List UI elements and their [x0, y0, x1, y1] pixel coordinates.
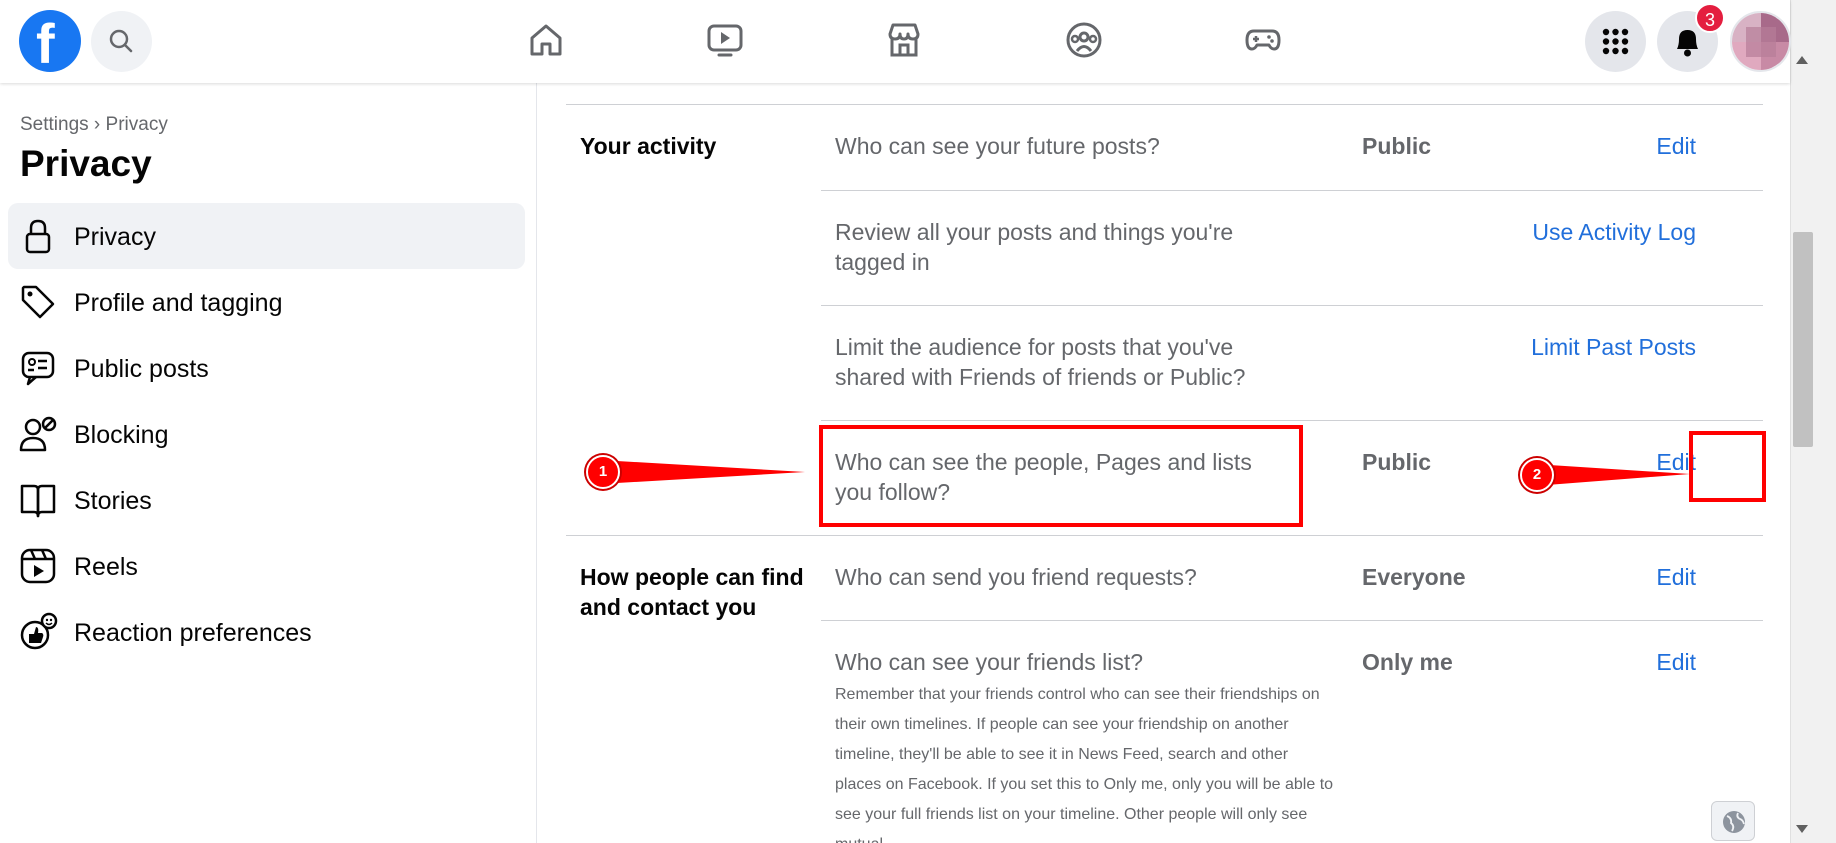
row-divider — [821, 190, 1763, 191]
sidebar-item-blocking[interactable]: Blocking — [8, 401, 525, 467]
gaming-icon[interactable] — [1243, 20, 1283, 60]
limit-past-posts-link[interactable]: Limit Past Posts — [1531, 332, 1696, 362]
sidebar-item-reaction-preferences[interactable]: Reaction preferences — [8, 599, 525, 665]
facebook-logo[interactable]: f — [19, 10, 81, 72]
sidebar-item-label: Stories — [74, 487, 152, 515]
notification-badge: 3 — [1695, 3, 1725, 33]
sidebar-item-label: Privacy — [74, 223, 156, 251]
scroll-down-arrow-icon[interactable] — [1796, 825, 1808, 833]
breadcrumb[interactable]: Settings › Privacy — [20, 114, 168, 136]
setting-value: Public — [1362, 133, 1432, 159]
setting-value: Public — [1362, 449, 1432, 475]
scroll-up-arrow-icon[interactable] — [1796, 56, 1808, 64]
sidebar-item-privacy[interactable]: Privacy — [8, 203, 525, 269]
row-divider — [821, 420, 1763, 421]
annotation-marker-2: 2 — [1520, 458, 1554, 492]
setting-question: Who can send you friend requests? — [835, 564, 1197, 590]
reaction-icon — [20, 612, 58, 650]
public-posts-icon — [21, 351, 55, 386]
book-icon — [20, 484, 56, 518]
sidebar-item-label: Reels — [74, 553, 138, 581]
section-divider — [566, 104, 1763, 105]
edit-friends-list-link[interactable]: Edit — [1656, 647, 1696, 677]
setting-question: Review all your posts and things you're … — [835, 219, 1234, 275]
sidebar-item-reels[interactable]: Reels — [8, 533, 525, 599]
highlight-box-question — [819, 425, 1303, 527]
menu-button[interactable] — [1585, 11, 1646, 72]
setting-value: Only me — [1362, 649, 1453, 675]
language-button[interactable] — [1711, 801, 1755, 841]
row-divider — [821, 620, 1763, 621]
top-navigation-bar: f 3 — [0, 0, 1791, 83]
sidebar-item-public-posts[interactable]: Public posts — [8, 335, 525, 401]
row-divider — [821, 305, 1763, 306]
search-icon — [109, 29, 133, 53]
tag-icon — [21, 285, 55, 319]
friends-list-description: Remember that your friends control who c… — [835, 686, 1334, 843]
annotation-arrow-2 — [1534, 464, 1690, 486]
annotation-arrow-1 — [600, 460, 805, 484]
setting-question: Who can see your future posts? — [835, 133, 1160, 159]
menu-grid-icon — [1602, 28, 1629, 55]
edit-friend-requests-link[interactable]: Edit — [1656, 562, 1696, 592]
scrollbar-thumb[interactable] — [1793, 232, 1813, 447]
setting-question: Who can see your friends list? — [835, 649, 1144, 675]
highlight-box-edit — [1689, 431, 1766, 502]
home-icon[interactable] — [526, 20, 566, 60]
lock-icon — [25, 219, 51, 254]
setting-question: Limit the audience for posts that you've… — [835, 334, 1246, 390]
sidebar-item-label: Public posts — [74, 355, 209, 383]
page-title: Privacy — [20, 143, 152, 184]
marketplace-icon[interactable] — [884, 20, 924, 60]
search-button[interactable] — [91, 11, 152, 72]
use-activity-log-link[interactable]: Use Activity Log — [1532, 217, 1696, 247]
sidebar-item-profile-and-tagging[interactable]: Profile and tagging — [8, 269, 525, 335]
sidebar-item-label: Reaction preferences — [74, 619, 312, 647]
sidebar-item-label: Profile and tagging — [74, 289, 283, 317]
blocking-icon — [19, 416, 57, 452]
section-divider — [566, 535, 1763, 536]
annotation-marker-1: 1 — [586, 455, 620, 489]
setting-value: Everyone — [1362, 564, 1466, 590]
globe-icon — [1723, 811, 1745, 833]
page-scrollbar[interactable] — [1790, 0, 1836, 843]
section-title-your-activity: Your activity — [580, 133, 717, 159]
section-title-find-and-contact: How people can find and contact you — [580, 564, 804, 620]
reels-icon — [20, 548, 56, 584]
facebook-logo-letter: f — [36, 12, 55, 75]
edit-future-posts-link[interactable]: Edit — [1656, 131, 1696, 161]
avatar[interactable] — [1730, 11, 1791, 72]
groups-icon[interactable] — [1064, 20, 1104, 60]
sidebar-item-label: Blocking — [74, 421, 169, 449]
watch-video-icon[interactable] — [705, 20, 745, 60]
sidebar-item-stories[interactable]: Stories — [8, 467, 525, 533]
settings-sidebar: Settings › Privacy Privacy Privacy Profi… — [0, 83, 537, 843]
